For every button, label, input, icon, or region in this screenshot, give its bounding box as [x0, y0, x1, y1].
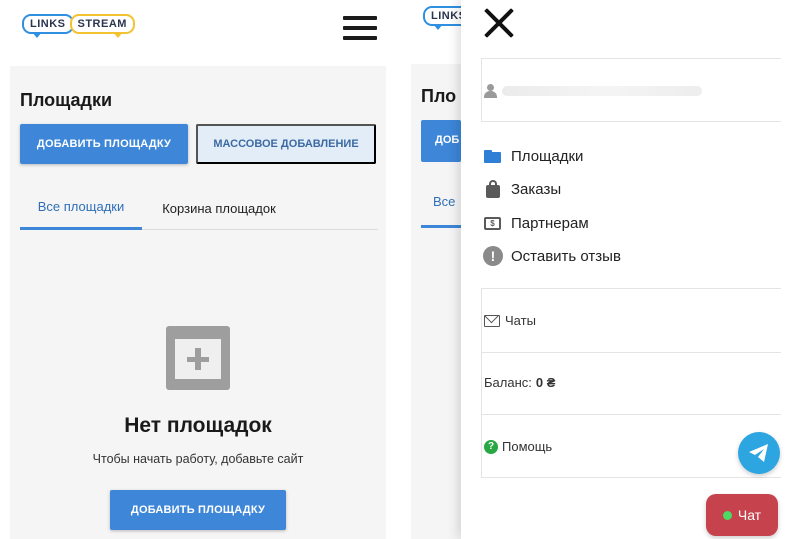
telegram-icon — [749, 444, 768, 462]
hamburger-menu-icon[interactable] — [343, 16, 377, 42]
telegram-button[interactable] — [738, 432, 780, 474]
chat-button[interactable]: Чат — [706, 494, 778, 536]
help-label: Помощь — [502, 439, 553, 454]
bulk-add-button[interactable]: МАССОВОЕ ДОБАВЛЕНИЕ — [196, 124, 376, 164]
menu-item-sites[interactable]: Площадки — [483, 144, 583, 168]
menu-item-label: Оставить отзыв — [511, 247, 621, 265]
money-icon: $ — [483, 213, 503, 233]
help-icon: ? — [484, 439, 498, 454]
tab-all-sites[interactable]: Все площадки — [20, 186, 142, 230]
online-status-dot — [722, 510, 732, 520]
alert-circle-icon: ! — [483, 246, 503, 266]
menu-item-partners[interactable]: $ Партнерам — [483, 211, 589, 235]
menu-item-orders[interactable]: Заказы — [483, 177, 561, 201]
menu-item-feedback[interactable]: ! Оставить отзыв — [483, 244, 621, 268]
background-page-title: Пло — [421, 86, 457, 106]
main-panel: Площадки ДОБАВИТЬ ПЛОЩАДКУ МАССОВОЕ ДОБА… — [10, 66, 386, 539]
right-screen: LINKS Пло ДОБ Все Площадки Заказы $ Парт… — [411, 0, 800, 539]
add-box-icon — [166, 326, 230, 390]
menu-item-label: Площадки — [511, 147, 584, 165]
background-add-button: ДОБ — [421, 120, 461, 162]
logo[interactable]: LINKS STREAM — [22, 14, 135, 38]
add-site-button[interactable]: ДОБАВИТЬ ПЛОЩАДКУ — [20, 124, 188, 164]
nav-drawer: Площадки Заказы $ Партнерам ! Оставить о… — [461, 0, 800, 539]
menu-item-label: Заказы — [511, 180, 562, 198]
tabs: Все площадки Корзина площадок — [20, 186, 378, 230]
page-title: Площадки — [20, 90, 113, 110]
empty-add-site-button[interactable]: ДОБАВИТЬ ПЛОЩАДКУ — [110, 490, 286, 530]
balance-row: Баланс: 0 ₴ — [481, 352, 781, 414]
mail-icon — [484, 314, 500, 327]
menu-item-label: Партнерам — [511, 214, 589, 232]
shopping-bag-icon — [483, 179, 503, 199]
logo-word-stream: STREAM — [69, 14, 135, 38]
folder-icon — [483, 146, 503, 166]
empty-state-subtitle: Чтобы начать работу, добавьте сайт — [92, 452, 304, 466]
logo-word-links: LINKS — [22, 14, 74, 38]
empty-state-title: Нет площадок — [124, 414, 272, 437]
help-row[interactable]: ? Помощь — [481, 414, 781, 478]
tab-sites-trash[interactable]: Корзина площадок — [152, 186, 286, 230]
close-icon[interactable] — [481, 4, 517, 40]
user-card[interactable] — [481, 58, 781, 122]
user-email-blurred — [502, 86, 702, 96]
chats-label: Чаты — [505, 313, 536, 328]
chat-button-label: Чат — [737, 507, 762, 523]
user-icon — [484, 84, 497, 98]
balance-value: 0 ₴ — [535, 375, 556, 390]
balance-label: Баланс: — [484, 375, 532, 390]
left-screen: LINKS STREAM Площадки ДОБАВИТЬ ПЛОЩАДКУ … — [0, 0, 392, 539]
chats-row[interactable]: Чаты — [481, 288, 781, 352]
background-tab: Все — [421, 182, 461, 228]
